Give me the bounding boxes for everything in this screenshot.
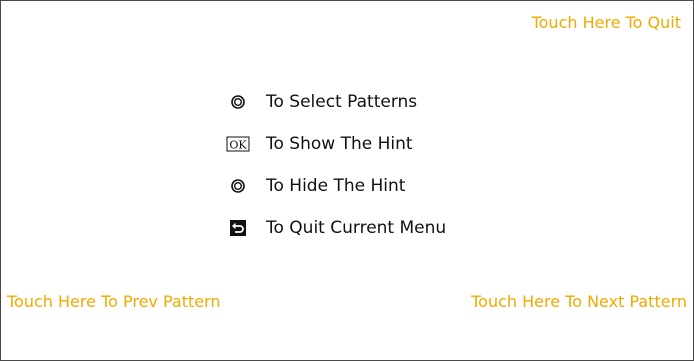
- legend-label: To Quit Current Menu: [266, 218, 447, 238]
- ring-button-icon: [226, 176, 250, 196]
- ring-button-icon: [226, 92, 250, 112]
- legend-label: To Hide The Hint: [266, 176, 406, 196]
- legend-item-select-patterns: To Select Patterns: [226, 89, 586, 131]
- prev-pattern-touch-zone[interactable]: Touch Here To Prev Pattern: [7, 292, 221, 312]
- back-arrow-icon: [226, 218, 250, 238]
- legend-item-show-hint: OK To Show The Hint: [226, 131, 586, 173]
- controls-legend: To Select Patterns OK To Show The Hint T…: [226, 89, 586, 257]
- legend-label: To Select Patterns: [266, 92, 418, 112]
- next-pattern-touch-zone[interactable]: Touch Here To Next Pattern: [471, 292, 687, 312]
- legend-label: To Show The Hint: [266, 134, 413, 154]
- quit-touch-zone[interactable]: Touch Here To Quit: [532, 13, 681, 33]
- ok-button-icon: OK: [226, 134, 250, 154]
- legend-item-quit-menu: To Quit Current Menu: [226, 215, 586, 257]
- screen-frame: Touch Here To Quit To Select Patterns OK…: [0, 0, 694, 361]
- legend-item-hide-hint: To Hide The Hint: [226, 173, 586, 215]
- ok-icon-label: OK: [229, 139, 247, 152]
